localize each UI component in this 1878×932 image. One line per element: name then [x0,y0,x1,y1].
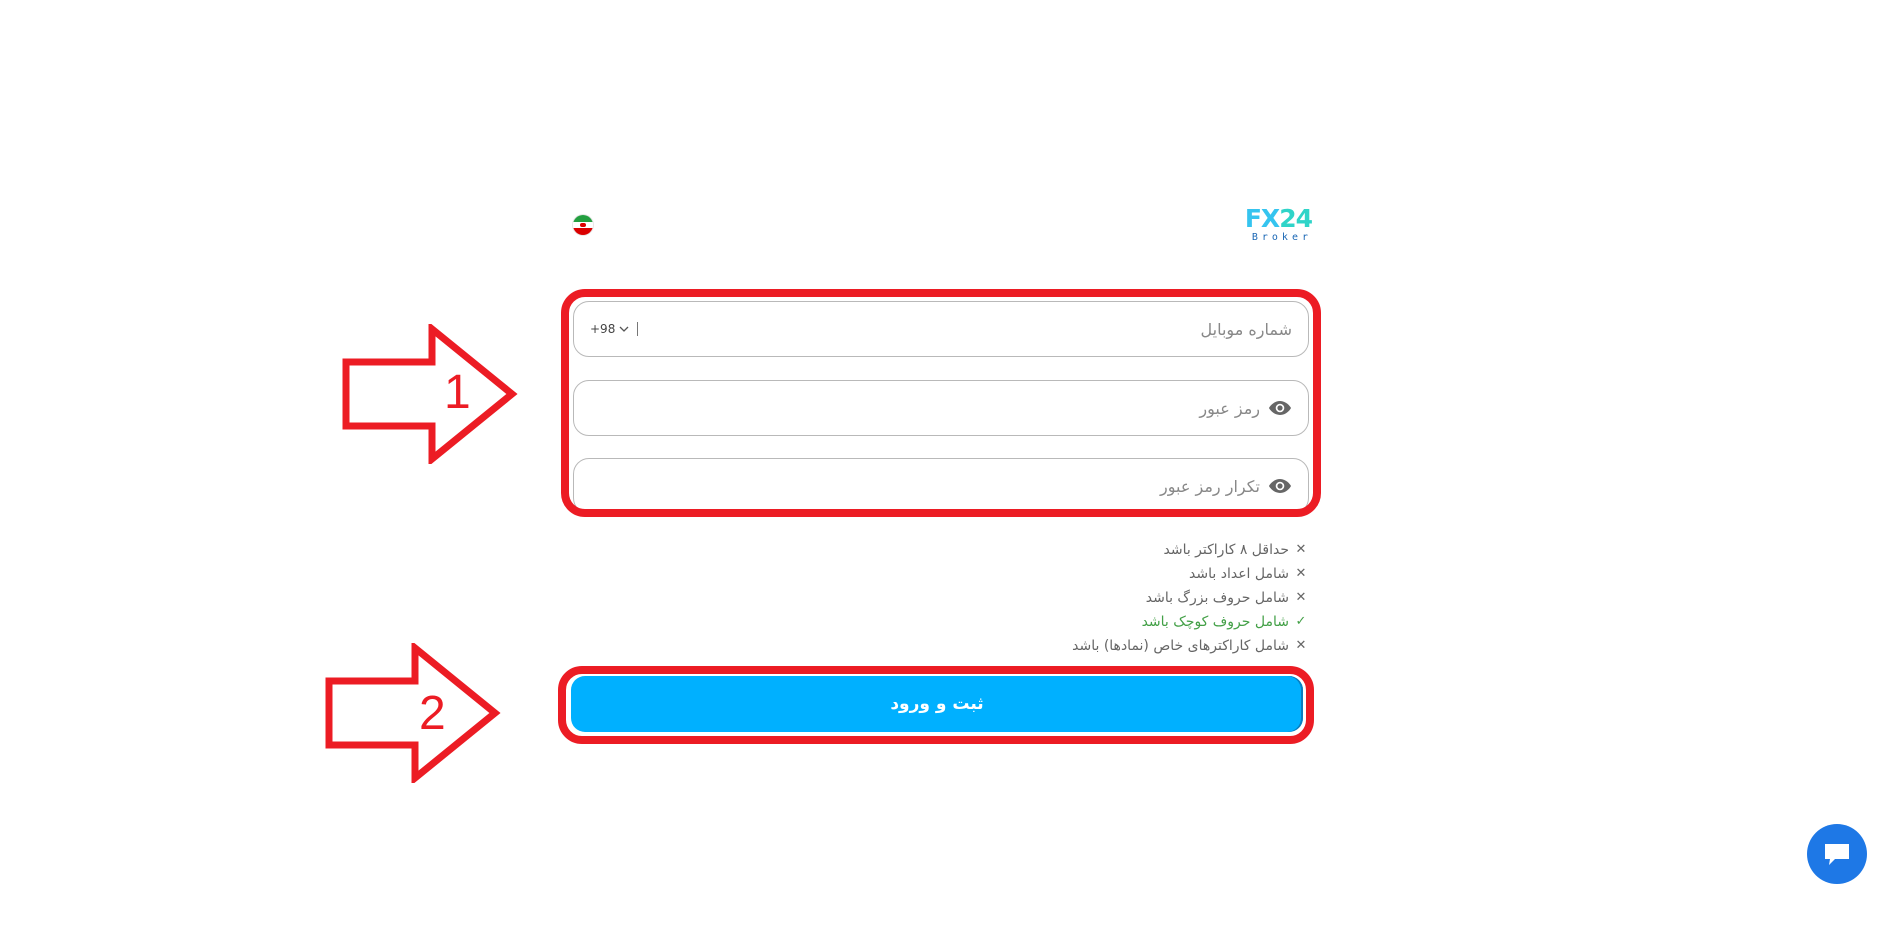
annotation-label-1: 1 [444,366,471,419]
annotation-frame-submit [558,666,1314,744]
rule-special-chars: ✕ شامل کاراکترهای خاص (نمادها) باشد [1072,634,1307,658]
annotation-arrow-2 [325,643,501,783]
cross-icon: ✕ [1295,638,1307,653]
rule-digits: ✕ شامل اعداد باشد [1072,562,1307,586]
annotation-frame-fields [561,289,1321,517]
cross-icon: ✕ [1295,542,1307,557]
check-icon: ✓ [1295,614,1307,629]
rule-uppercase: ✕ شامل حروف بزرگ باشد [1072,586,1307,610]
chat-bubble-icon [1825,844,1849,865]
logo-subtitle: Broker [1251,232,1312,243]
iran-flag-icon[interactable] [573,215,593,235]
register-page: FX24 Broker شماره موبایل +98 رمز عبور تک… [0,0,1878,932]
fx24-logo: FX24 Broker [1244,204,1313,243]
cross-icon: ✕ [1295,566,1307,581]
rule-min-length: ✕ حداقل ۸ کاراکتر باشد [1072,538,1307,562]
annotation-arrow-1 [342,324,518,464]
cross-icon: ✕ [1295,590,1307,605]
chat-widget-button[interactable] [1807,824,1867,884]
annotation-label-2: 2 [419,687,446,740]
password-rules-list: ✕ حداقل ۸ کاراکتر باشد ✕ شامل اعداد باشد… [1072,538,1307,658]
rule-lowercase: ✓ شامل حروف کوچک باشد [1072,610,1307,634]
